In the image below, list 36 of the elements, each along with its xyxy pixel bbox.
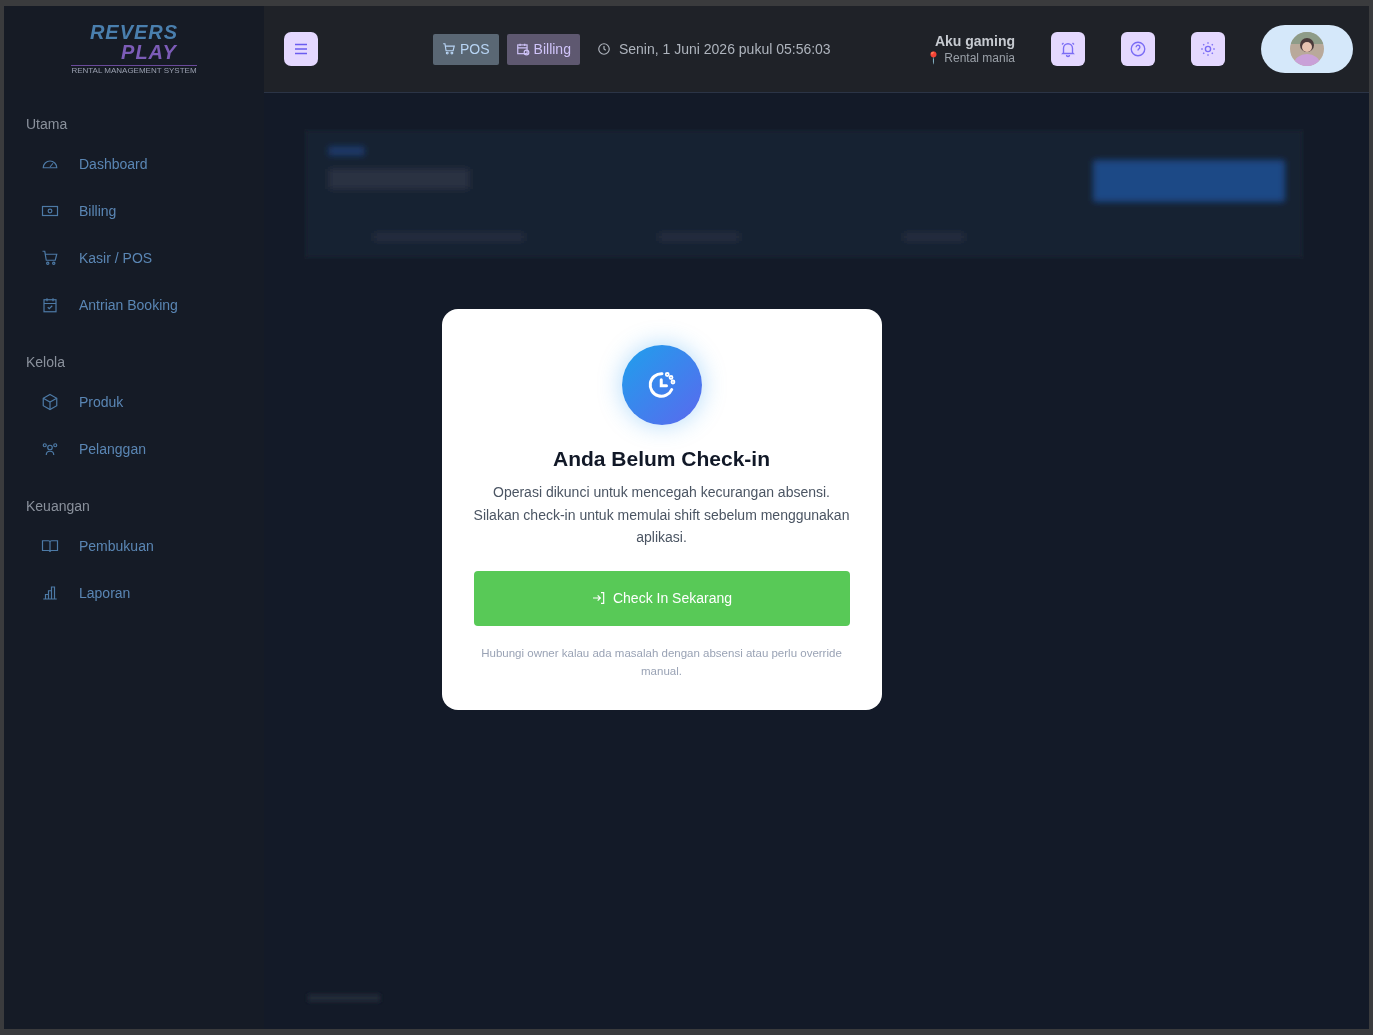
section-label: Utama — [25, 115, 69, 134]
sidebar-item[interactable]: Antrian Booking — [4, 281, 264, 328]
calendar-check-icon — [41, 295, 59, 314]
user-location: 📍 Rental mania — [925, 51, 1015, 65]
quick-button[interactable]: POS — [433, 33, 499, 65]
bell-icon — [1059, 40, 1077, 58]
user-name: Aku gaming — [934, 33, 1015, 49]
sign-in-icon — [590, 590, 607, 607]
sidebar-item[interactable]: Dashboard — [4, 140, 264, 187]
quick-button[interactable]: Billing — [506, 33, 580, 65]
section-label: Keuangan — [25, 497, 91, 516]
dialog-title: Anda Belum Check-in — [552, 447, 770, 472]
section-label: Kelola — [25, 353, 66, 372]
help-button[interactable] — [1121, 32, 1155, 66]
calendar-icon — [515, 42, 530, 56]
help-icon — [1129, 40, 1147, 58]
cart-icon — [41, 248, 59, 267]
sun-icon — [1199, 40, 1217, 58]
timer-icon — [621, 345, 702, 426]
menu-button[interactable] — [284, 32, 318, 66]
sidebar-item[interactable]: Laporan — [4, 569, 264, 616]
sidebar-item[interactable]: Billing — [4, 187, 264, 234]
theme-button[interactable] — [1191, 32, 1225, 66]
date-time: Senin, 1 Juni 2026 pukul 05:56:03 — [618, 41, 831, 57]
sidebar-item[interactable]: Pelanggan — [4, 425, 264, 472]
sidebar-item[interactable]: Produk — [4, 378, 264, 425]
box-icon — [41, 392, 59, 411]
sidebar-item[interactable]: Pembukuan — [4, 522, 264, 569]
notification-button[interactable] — [1051, 32, 1085, 66]
dialog-note: Hubungi owner kalau ada masalah dengan absensi atau perlu override manual. — [480, 645, 843, 679]
dialog-message: Operasi dikunci untuk mencegah kecurangan absensi. Silakan check-in untuk memulai shift sebelum menggunakan aplikasi. — [473, 483, 850, 548]
profile-button[interactable] — [1261, 25, 1353, 73]
clock-icon — [596, 42, 611, 56]
bar-chart-icon — [41, 583, 59, 602]
cart-icon — [442, 42, 456, 56]
sidebar-item[interactable]: Kasir / POS — [4, 234, 264, 281]
